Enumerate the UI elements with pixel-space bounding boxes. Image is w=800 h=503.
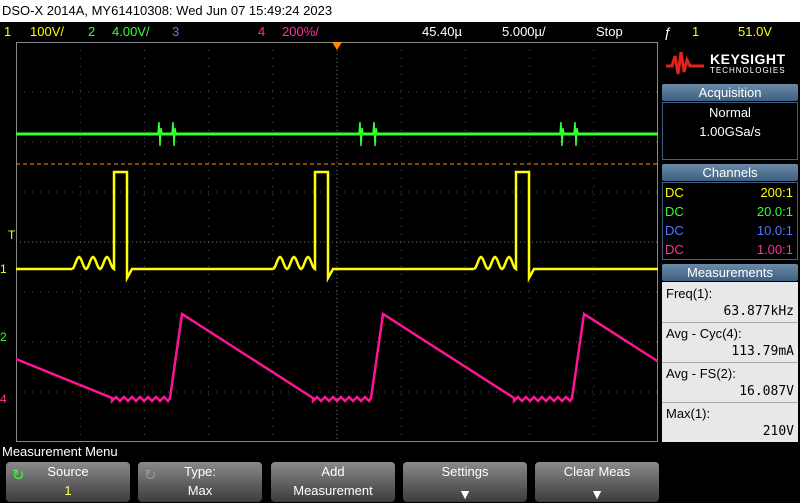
softkey-label: Settings xyxy=(441,464,489,479)
channel-row[interactable]: DC 200:1 xyxy=(665,185,793,203)
ch1-scale[interactable]: 100V/ xyxy=(30,22,64,42)
ch2-ground-marker[interactable]: 2 xyxy=(0,330,7,344)
trigger-level[interactable]: 51.0V xyxy=(738,22,772,42)
channel-coupling: DC xyxy=(665,204,684,219)
channels-header: Channels xyxy=(662,164,798,181)
status-bar: 1 100V/ 2 4.00V/ 3 4 200%/ 45.40µ 5.000µ… xyxy=(0,22,800,42)
acquisition-rate: 1.00GSa/s xyxy=(699,124,761,139)
trigger-level-marker[interactable]: T xyxy=(8,228,15,242)
acquisition-header: Acquisition xyxy=(662,84,798,101)
measurement-value: 113.79mA xyxy=(731,344,794,359)
time-delay[interactable]: 45.40µ xyxy=(422,22,462,42)
measurement-divider xyxy=(662,362,798,363)
keysight-logo: KEYSIGHT TECHNOLOGIES xyxy=(660,42,800,82)
run-state[interactable]: Stop xyxy=(596,22,623,42)
source-softkey[interactable]: ↻ Source 1 xyxy=(6,462,130,502)
measurement-name[interactable]: Max(1): xyxy=(666,406,710,421)
settings-softkey[interactable]: Settings ▼ xyxy=(403,462,527,502)
channel-coupling: DC xyxy=(665,242,684,257)
softkey-label: Type: xyxy=(184,464,216,479)
menu-label: Measurement Menu xyxy=(2,444,118,459)
keysight-wave-icon xyxy=(666,51,704,75)
ch4-number[interactable]: 4 xyxy=(258,22,265,42)
channel-probe-ratio: 10.0:1 xyxy=(756,223,793,238)
channel-probe-ratio: 1.00:1 xyxy=(756,242,793,257)
type-softkey[interactable]: ↻ Type: Max xyxy=(138,462,262,502)
down-arrow-icon: ▼ xyxy=(590,486,604,502)
down-arrow-icon: ▼ xyxy=(458,486,472,502)
ch2-number[interactable]: 2 xyxy=(88,22,95,42)
trigger-edge-icon: ƒ xyxy=(664,24,672,40)
softkey-value: 1 xyxy=(64,483,72,498)
softkey-value: Measurement xyxy=(293,483,373,498)
ch1-ground-marker[interactable]: 1 xyxy=(0,262,7,276)
logo-brand: KEYSIGHT xyxy=(710,51,786,67)
softkey-label: Source xyxy=(47,464,89,479)
channel-probe-ratio: 20.0:1 xyxy=(756,204,793,219)
channel-row[interactable]: DC 10.0:1 xyxy=(665,223,793,241)
measurements-panel[interactable]: Freq(1): 63.877kHz Avg - Cyc(4): 113.79mA Av… xyxy=(662,282,798,442)
ch4-scale[interactable]: 200%/ xyxy=(282,22,319,42)
measurement-divider xyxy=(662,402,798,403)
ch4-ground-marker[interactable]: 4 xyxy=(0,392,7,406)
channels-panel[interactable]: DC 200:1 DC 20.0:1 DC 10.0:1 DC 1.00:1 xyxy=(662,182,798,260)
time-scale[interactable]: 5.000µ/ xyxy=(502,22,546,42)
logo-sub: TECHNOLOGIES xyxy=(710,66,786,75)
measurements-header: Measurements xyxy=(662,264,798,281)
waveform-display[interactable] xyxy=(16,42,658,442)
measurement-value: 63.877kHz xyxy=(723,304,794,319)
acquisition-panel[interactable]: Normal 1.00GSa/s xyxy=(662,102,798,160)
measurement-value: 210V xyxy=(762,424,794,439)
measurement-divider xyxy=(662,322,798,323)
softkey-label: Add xyxy=(321,464,345,479)
channel-coupling: DC xyxy=(665,223,684,238)
measurement-name[interactable]: Freq(1): xyxy=(666,286,712,301)
channel-probe-ratio: 200:1 xyxy=(760,185,793,200)
add-measurement-softkey[interactable]: Add Measurement xyxy=(271,462,395,502)
ch2-scale[interactable]: 4.00V/ xyxy=(112,22,150,42)
waveform-svg xyxy=(16,42,658,442)
measurement-name[interactable]: Avg - FS(2): xyxy=(666,366,736,381)
measurement-name[interactable]: Avg - Cyc(4): xyxy=(666,326,742,341)
title-bar: DSO-X 2014A, MY61410308: Wed Jun 07 15:4… xyxy=(0,0,800,22)
measurement-value: 16.087V xyxy=(739,384,794,399)
softkey-label: Clear Meas xyxy=(563,464,631,479)
acquisition-mode: Normal xyxy=(709,105,751,120)
channel-coupling: DC xyxy=(665,185,684,200)
trigger-channel[interactable]: 1 xyxy=(692,22,699,42)
side-panel: KEYSIGHT TECHNOLOGIES Acquisition Normal… xyxy=(660,42,800,442)
ch1-number[interactable]: 1 xyxy=(4,22,11,42)
ch3-number[interactable]: 3 xyxy=(172,22,179,42)
softkey-value: Max xyxy=(187,483,213,498)
channel-row[interactable]: DC 20.0:1 xyxy=(665,204,793,222)
channel-row[interactable]: DC 1.00:1 xyxy=(665,242,793,260)
clear-meas-softkey[interactable]: Clear Meas ▼ xyxy=(535,462,659,502)
